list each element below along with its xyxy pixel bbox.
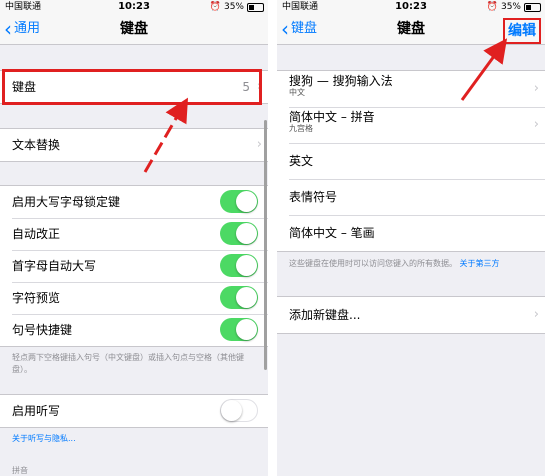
annotation-arrow-right [460,38,508,101]
annotation-arrows [143,38,508,173]
annotation-arrow-left [143,97,189,173]
